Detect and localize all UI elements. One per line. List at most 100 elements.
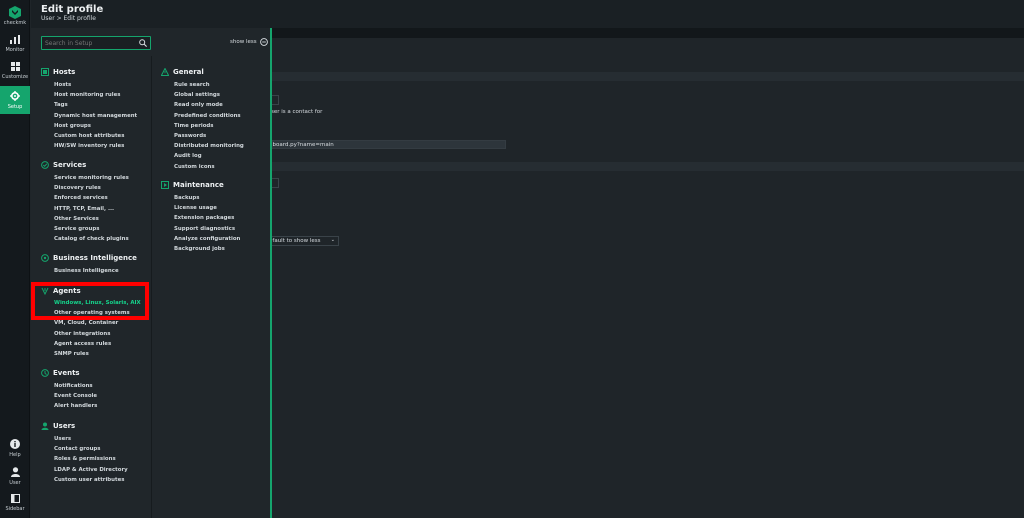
menu-item-ldap-active-directory[interactable]: LDAP & Active Directory xyxy=(54,465,128,475)
menu-item-analyze-configuration[interactable]: Analyze configuration xyxy=(174,234,240,244)
nav-monitor-label: Monitor xyxy=(5,46,25,53)
menu-item-backups[interactable]: Backups xyxy=(174,193,240,203)
bar-chart-icon xyxy=(10,34,20,44)
menu-item-custom-user-attributes[interactable]: Custom user attributes xyxy=(54,475,128,485)
nav-monitor[interactable]: Monitor xyxy=(0,31,30,56)
menu-item-enforced-services[interactable]: Enforced services xyxy=(54,193,129,203)
menu-item-agent-access-rules[interactable]: Agent access rules xyxy=(54,339,141,349)
menu-item-users[interactable]: Users xyxy=(54,434,128,444)
events-icon xyxy=(41,369,49,377)
menu-item-dynamic-host-management[interactable]: Dynamic host management xyxy=(54,111,137,121)
hosts-icon xyxy=(41,68,49,76)
topic-maintenance-title: Maintenance xyxy=(173,181,224,189)
menu-item-global-settings[interactable]: Global settings xyxy=(174,90,244,100)
menu-item-distributed-monitoring[interactable]: Distributed monitoring xyxy=(174,141,244,151)
popup-accent-edge xyxy=(270,28,272,518)
setup-search-box[interactable] xyxy=(41,36,151,50)
menu-item-notifications[interactable]: Notifications xyxy=(54,381,97,391)
topic-events: Events xyxy=(41,369,80,377)
background-form: ser is a contact for hboard.py?name=main… xyxy=(265,38,1024,518)
users-icon xyxy=(41,422,49,430)
menu-item-rule-search[interactable]: Rule search xyxy=(174,80,244,90)
menu-item-service-monitoring-rules[interactable]: Service monitoring rules xyxy=(54,173,129,183)
nav-sidebar[interactable]: Sidebar xyxy=(0,491,30,515)
bg-select-stub-2[interactable] xyxy=(271,178,279,188)
gear-icon xyxy=(10,90,20,101)
bg-show-more-select[interactable]: efault to show less ⌄ xyxy=(265,236,339,246)
menu-item-audit-log[interactable]: Audit log xyxy=(174,151,244,161)
setup-search-input[interactable] xyxy=(45,38,135,48)
menu-item-custom-icons[interactable]: Custom icons xyxy=(174,162,244,172)
events-items: Notifications Event Console Alert handle… xyxy=(54,381,97,412)
topic-users-title: Users xyxy=(53,422,76,430)
nav-user-label: User xyxy=(9,479,21,486)
minus-circle-icon xyxy=(259,38,268,46)
menu-item-other-services[interactable]: Other Services xyxy=(54,214,129,224)
bi-icon xyxy=(41,254,49,262)
topic-hosts-title: Hosts xyxy=(53,68,76,76)
bg-section-bar-2 xyxy=(271,162,1024,171)
menu-item-discovery-rules[interactable]: Discovery rules xyxy=(54,183,129,193)
nav-customize[interactable]: Customize xyxy=(0,58,30,83)
menu-item-roles-permissions[interactable]: Roles & permissions xyxy=(54,454,128,464)
users-items: Users Contact groups Roles & permissions… xyxy=(54,434,128,485)
menu-item-service-groups[interactable]: Service groups xyxy=(54,224,129,234)
popup-column-divider xyxy=(151,56,152,518)
menu-item-http-tcp-email[interactable]: HTTP, TCP, Email, ... xyxy=(54,204,129,214)
topic-bi-title: Business Intelligence xyxy=(53,254,137,262)
topic-hosts: Hosts xyxy=(41,68,75,76)
bg-section-bar xyxy=(271,72,1024,81)
menu-item-time-periods[interactable]: Time periods xyxy=(174,121,244,131)
checkmk-logo[interactable]: checkmk xyxy=(0,3,30,29)
topic-general: General xyxy=(161,68,204,76)
topic-events-title: Events xyxy=(53,369,80,377)
services-icon xyxy=(41,161,49,169)
menu-item-host-groups[interactable]: Host groups xyxy=(54,121,137,131)
show-less-toggle[interactable]: show less xyxy=(230,38,268,46)
logo-text: checkmk xyxy=(3,20,27,26)
menu-item-hosts[interactable]: Hosts xyxy=(54,80,137,90)
menu-item-business-intelligence[interactable]: Business Intelligence xyxy=(54,266,119,276)
menu-item-snmp-rules[interactable]: SNMP rules xyxy=(54,349,141,359)
bg-url-field[interactable]: hboard.py?name=main xyxy=(265,140,506,149)
menu-item-alert-handlers[interactable]: Alert handlers xyxy=(54,401,97,411)
nav-help-label: Help xyxy=(9,451,21,458)
search-icon[interactable] xyxy=(139,39,147,47)
nav-setup-label: Setup xyxy=(7,103,23,110)
menu-item-license-usage[interactable]: License usage xyxy=(174,203,240,213)
menu-item-read-only-mode[interactable]: Read only mode xyxy=(174,100,244,110)
maintenance-items: Backups License usage Extension packages… xyxy=(174,193,240,254)
menu-item-support-diagnostics[interactable]: Support diagnostics xyxy=(174,224,240,234)
topic-services: Services xyxy=(41,161,86,169)
page-header: Edit profile User > Edit profile xyxy=(31,0,1024,28)
info-icon xyxy=(10,438,20,449)
menu-item-custom-host-attributes[interactable]: Custom host attributes xyxy=(54,131,137,141)
bg-contact-text: ser is a contact for xyxy=(271,109,323,115)
menu-item-passwords[interactable]: Passwords xyxy=(174,131,244,141)
menu-item-hwsw-inventory-rules[interactable]: HW/SW inventory rules xyxy=(54,141,137,151)
nav-help[interactable]: Help xyxy=(0,436,30,460)
menu-item-host-monitoring-rules[interactable]: Host monitoring rules xyxy=(54,90,137,100)
warning-triangle-icon xyxy=(161,68,169,76)
menu-item-event-console[interactable]: Event Console xyxy=(54,391,97,401)
menu-item-other-integrations[interactable]: Other integrations xyxy=(54,329,141,339)
topic-general-title: General xyxy=(173,68,204,76)
main-nav-rail: checkmk Monitor Customize Setup Help Use… xyxy=(0,0,30,518)
bi-items: Business Intelligence xyxy=(54,266,119,276)
menu-item-predefined-conditions[interactable]: Predefined conditions xyxy=(174,111,244,121)
bg-select-stub[interactable] xyxy=(271,95,279,105)
bg-show-more-value: efault to show less xyxy=(269,238,321,244)
menu-item-extension-packages[interactable]: Extension packages xyxy=(174,213,240,223)
menu-item-tags[interactable]: Tags xyxy=(54,100,137,110)
breadcrumb[interactable]: User > Edit profile xyxy=(41,15,96,22)
menu-item-contact-groups[interactable]: Contact groups xyxy=(54,444,128,454)
nav-user[interactable]: User xyxy=(0,464,30,488)
nav-setup[interactable]: Setup xyxy=(0,86,30,114)
topic-users: Users xyxy=(41,422,75,430)
menu-item-background-jobs[interactable]: Background jobs xyxy=(174,244,240,254)
nav-sidebar-label: Sidebar xyxy=(5,506,25,512)
menu-item-catalog-of-check-plugins[interactable]: Catalog of check plugins xyxy=(54,234,129,244)
nav-customize-label: Customize xyxy=(1,73,29,80)
hosts-items: Hosts Host monitoring rules Tags Dynamic… xyxy=(54,80,137,151)
checkmk-logo-icon xyxy=(9,6,21,19)
